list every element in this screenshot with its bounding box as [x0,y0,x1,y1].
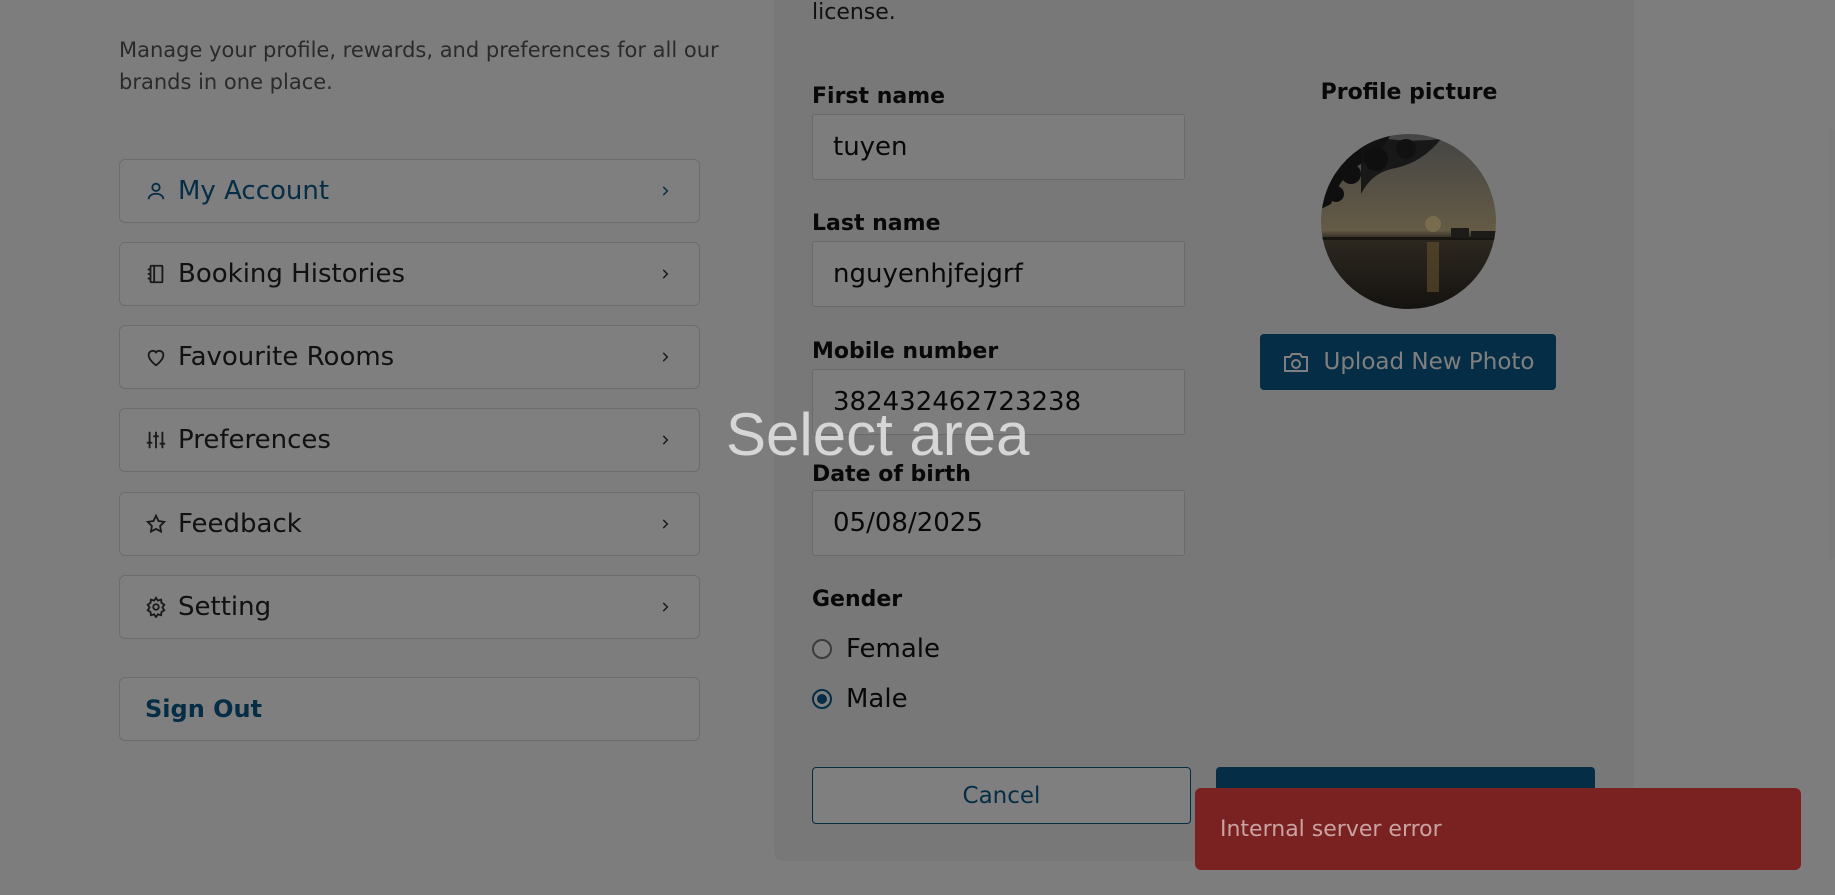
error-toast-message: Internal server error [1220,816,1442,842]
account-page: Manage your profile, rewards, and prefer… [0,0,1835,895]
select-area-hint: Select area [726,401,1030,468]
error-toast[interactable]: Internal server error [1195,788,1801,870]
page-scrollbar[interactable] [1829,128,1835,560]
